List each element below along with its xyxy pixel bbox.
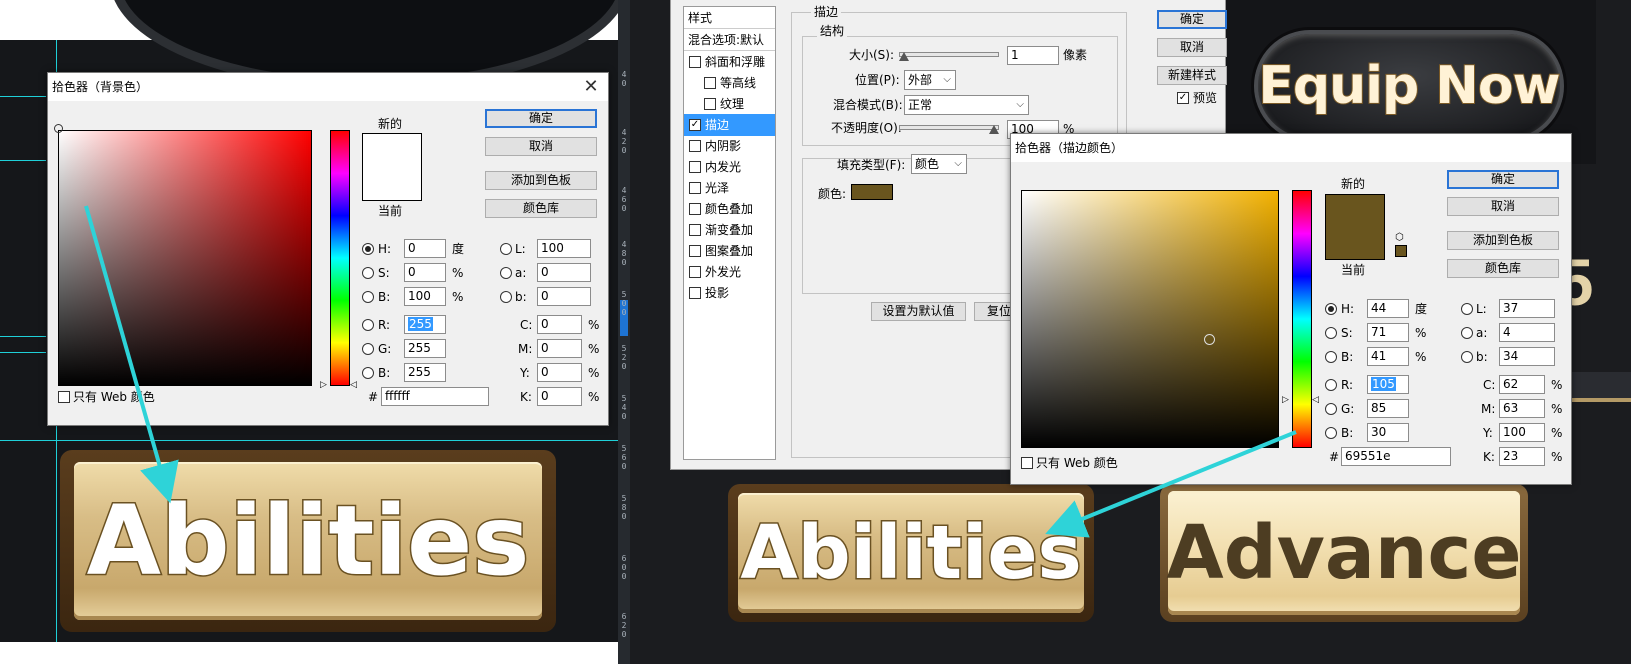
annotation-arrows [84, 205, 1297, 538]
arrow-to-right-abilities [1045, 430, 1297, 538]
arrow-to-left-abilities [84, 205, 179, 504]
